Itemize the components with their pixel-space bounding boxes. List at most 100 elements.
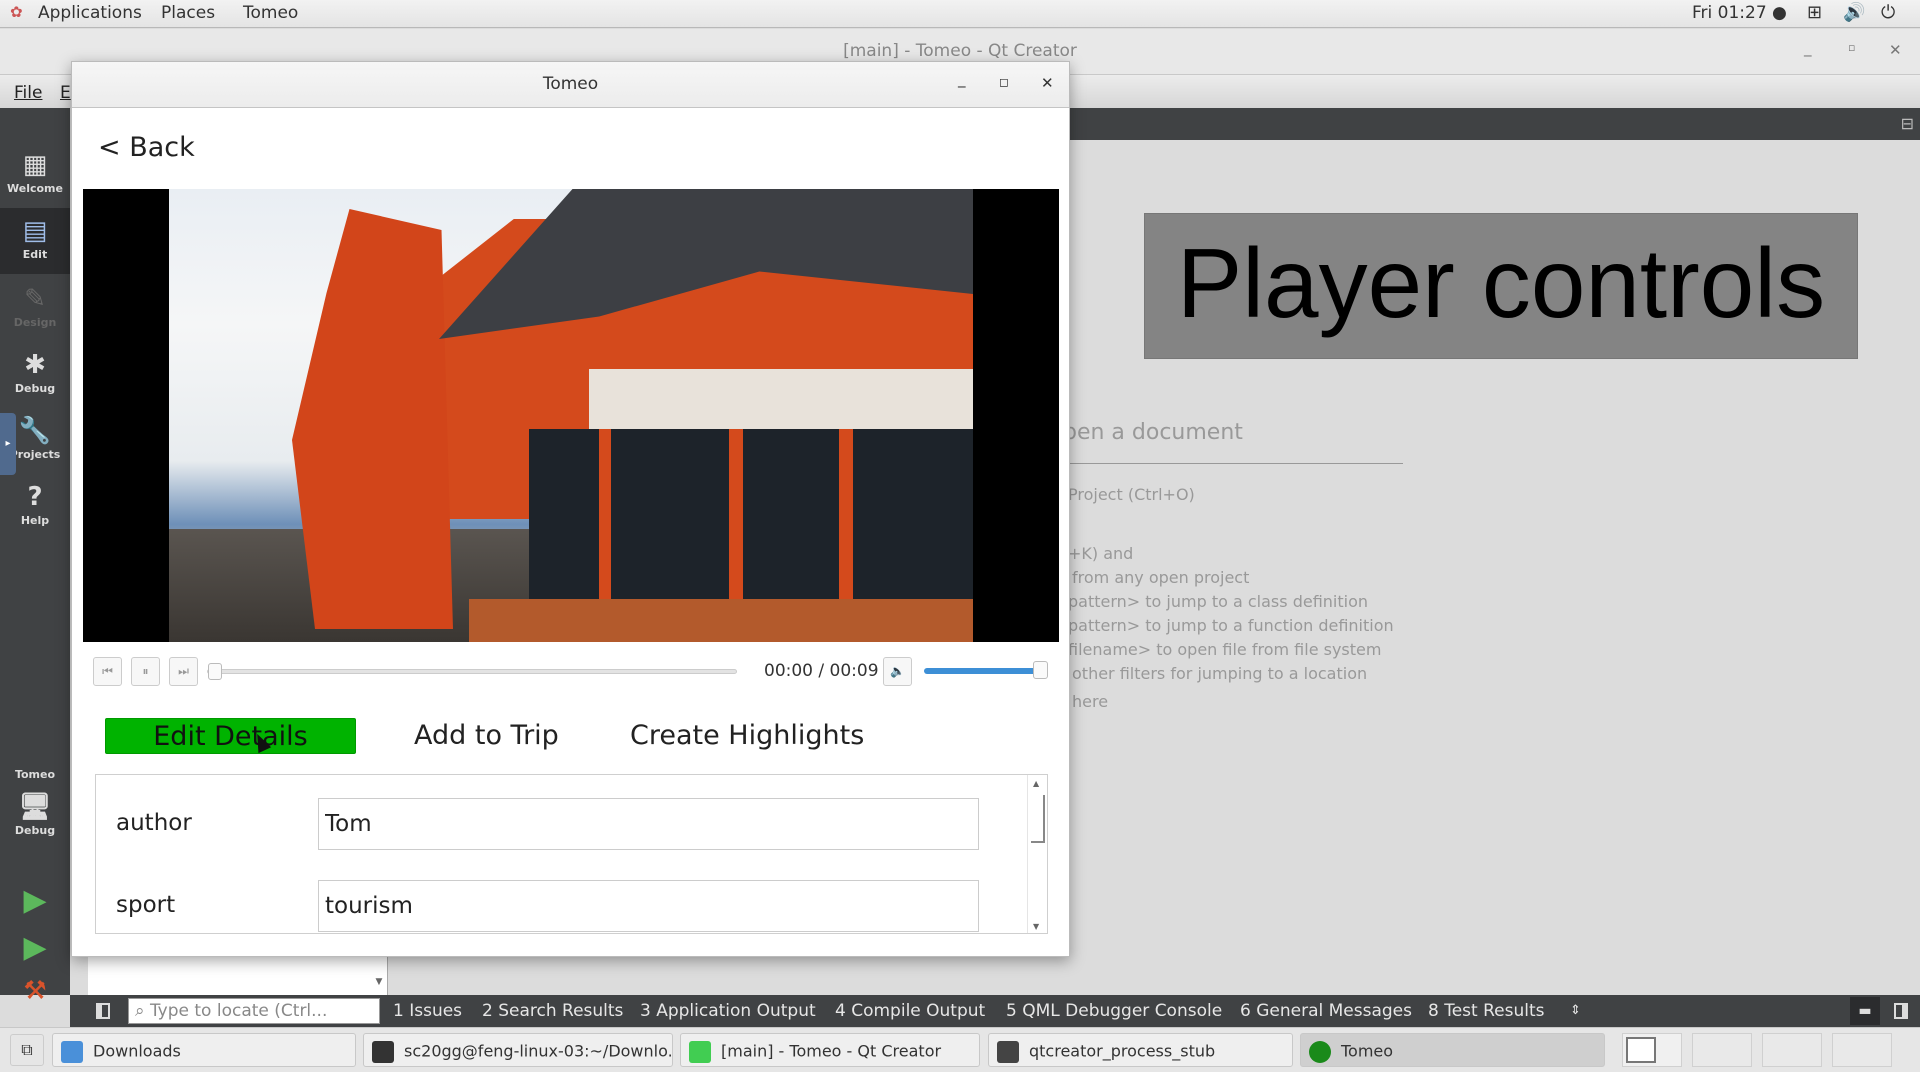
field-label-sport: sport xyxy=(116,892,176,918)
welcome-line: from any open project xyxy=(1072,568,1250,587)
debug-run-button[interactable]: ▶ xyxy=(0,930,70,965)
grid-icon: ▦ xyxy=(22,150,48,180)
mute-button[interactable]: 🔈 xyxy=(883,657,912,686)
field-label-author: author xyxy=(116,810,192,836)
gnome-foot-icon: ✿ xyxy=(10,3,23,21)
scroll-down-icon[interactable]: ▼ xyxy=(371,977,387,995)
terminal-icon xyxy=(997,1041,1019,1063)
volume-handle[interactable] xyxy=(1033,661,1048,679)
locator-input[interactable]: ⌕ Type to locate (Ctrl... xyxy=(128,998,380,1024)
kit-selector[interactable]: 🖥 Debug xyxy=(0,792,70,837)
skip-back-button[interactable]: ⏮ xyxy=(93,657,122,686)
folder-icon xyxy=(61,1041,83,1063)
tomeo-titlebar[interactable]: Tomeo _ ◻ ✕ xyxy=(72,62,1069,108)
places-menu[interactable]: Places xyxy=(161,3,215,23)
volume-slider[interactable] xyxy=(924,661,1048,679)
form-scrollbar[interactable]: ▲ ▼ xyxy=(1027,775,1047,933)
document-icon: ▤ xyxy=(22,216,48,246)
more-tabs-icon[interactable]: ⇕ xyxy=(1570,1003,1581,1018)
volume-icon: 🔈 xyxy=(890,664,905,678)
close-icon[interactable]: ✕ xyxy=(1889,41,1902,59)
minimize-icon[interactable]: _ xyxy=(958,70,966,88)
mode-welcome[interactable]: ▦ Welcome xyxy=(0,150,70,195)
skip-forward-button[interactable]: ⏭ xyxy=(169,657,198,686)
qtcreator-title: [main] - Tomeo - Qt Creator xyxy=(843,41,1077,61)
workspace-2[interactable] xyxy=(1692,1033,1752,1067)
debug-run-icon: ▶ xyxy=(23,930,47,965)
maximize-icon[interactable]: ◻ xyxy=(999,75,1009,89)
seek-handle[interactable] xyxy=(208,663,222,680)
tab-add-to-trip[interactable]: Add to Trip xyxy=(414,718,559,754)
toggle-sidebar-icon[interactable] xyxy=(96,1003,110,1019)
tab-edit-details[interactable]: Edit Details xyxy=(105,718,356,754)
scrollbar-thumb[interactable] xyxy=(1031,795,1045,843)
network-icon[interactable]: ⊞ xyxy=(1807,2,1822,23)
scroll-down-icon[interactable]: ▼ xyxy=(1033,922,1039,931)
seek-slider[interactable] xyxy=(207,663,737,680)
terminal-icon xyxy=(372,1041,394,1063)
output-tab-search[interactable]: 2 Search Results xyxy=(482,1001,623,1021)
time-readout: 00:00 / 00:09 xyxy=(764,661,879,681)
pause-icon: ⏸ xyxy=(142,664,149,678)
output-tab-compile[interactable]: 4 Compile Output xyxy=(835,1001,985,1021)
minimize-icon[interactable]: _ xyxy=(1804,39,1812,57)
welcome-divider xyxy=(1063,463,1403,464)
output-tab-issues[interactable]: 1 Issues xyxy=(393,1001,462,1021)
back-button[interactable]: < Back xyxy=(98,132,195,163)
power-icon[interactable]: ⏻ xyxy=(1881,2,1895,23)
output-tab-app-output[interactable]: 3 Application Output xyxy=(640,1001,816,1021)
output-tab-qml[interactable]: 5 QML Debugger Console xyxy=(1006,1001,1222,1021)
task-tomeo[interactable]: Tomeo xyxy=(1300,1033,1605,1067)
task-process-stub[interactable]: qtcreator_process_stub xyxy=(988,1033,1293,1067)
player-controls: ⏮ ⏸ ⏭ 00:00 / 00:09 🔈 xyxy=(83,656,1059,690)
maximize-pane-icon[interactable]: ▬ xyxy=(1850,997,1880,1025)
video-player[interactable] xyxy=(83,189,1059,642)
pause-button[interactable]: ⏸ xyxy=(131,657,160,686)
mode-help[interactable]: ? Help xyxy=(0,482,70,527)
welcome-line[interactable]: Project (Ctrl+O) xyxy=(1068,485,1195,504)
build-button[interactable]: ⚒ xyxy=(0,976,70,1006)
mode-sidebar: ▦ Welcome ▤ Edit ✎ Design ✱ Debug 🔧 Projects … xyxy=(0,108,70,1006)
volume-icon[interactable]: 🔊 xyxy=(1843,2,1865,23)
hammer-icon: ⚒ xyxy=(23,976,47,1006)
clock[interactable]: Fri 01:27 ● xyxy=(1692,3,1787,23)
menu-edit[interactable]: E xyxy=(60,83,71,103)
menu-file[interactable]: File xyxy=(14,83,42,103)
split-icon[interactable]: ⊟ xyxy=(1901,114,1914,133)
tomeo-title: Tomeo xyxy=(542,74,599,94)
applications-menu[interactable]: Applications xyxy=(38,3,142,23)
task-downloads[interactable]: Downloads xyxy=(52,1033,356,1067)
mode-debug[interactable]: ✱ Debug xyxy=(0,350,70,395)
editor-lower-strip: ▼ xyxy=(88,957,388,995)
tab-create-highlights[interactable]: Create Highlights xyxy=(630,718,864,754)
sport-field[interactable] xyxy=(318,880,979,932)
monitor-icon: 🖥 xyxy=(18,792,52,822)
workspace-window-preview xyxy=(1626,1037,1656,1063)
run-button[interactable]: ▶ xyxy=(0,883,70,918)
maximize-icon[interactable]: ▫ xyxy=(1848,41,1855,54)
pillar xyxy=(839,429,853,619)
workspace-4[interactable] xyxy=(1832,1033,1892,1067)
show-desktop-icon[interactable]: ⧉ xyxy=(10,1034,44,1066)
scroll-up-icon[interactable]: ▲ xyxy=(1033,779,1039,788)
output-tab-general[interactable]: 6 General Messages xyxy=(1240,1001,1412,1021)
task-terminal[interactable]: sc20gg@feng-linux-03:~/Downlo... xyxy=(363,1033,673,1067)
close-icon[interactable]: ✕ xyxy=(1041,74,1054,92)
mode-edit[interactable]: ▤ Edit xyxy=(0,208,70,274)
tomeo-window: Tomeo _ ◻ ✕ < Back ⏮ ⏸ ⏭ 00:00 / 00:09 🔈… xyxy=(71,61,1070,957)
workspace-1[interactable] xyxy=(1622,1033,1682,1067)
welcome-line: other filters for jumping to a location xyxy=(1072,664,1368,683)
author-field[interactable] xyxy=(318,798,979,850)
task-qtcreator[interactable]: [main] - Tomeo - Qt Creator xyxy=(680,1033,980,1067)
taskbar: ⧉ Downloads sc20gg@feng-linux-03:~/Downl… xyxy=(0,1027,1920,1072)
output-tab-tests[interactable]: 8 Test Results xyxy=(1428,1001,1545,1021)
sidebar-toggle-handle[interactable]: ▸ xyxy=(0,413,16,475)
toggle-right-sidebar-icon[interactable] xyxy=(1894,1003,1908,1019)
workspace-3[interactable] xyxy=(1762,1033,1822,1067)
mode-design[interactable]: ✎ Design xyxy=(0,284,70,329)
output-pane-bar: ⌕ Type to locate (Ctrl... 1 Issues 2 Sea… xyxy=(70,995,1920,1027)
app-menu-tomeo[interactable]: Tomeo xyxy=(243,3,298,23)
pillar xyxy=(599,429,611,619)
pencil-icon: ✎ xyxy=(24,284,46,314)
welcome-line: here xyxy=(1072,692,1109,711)
